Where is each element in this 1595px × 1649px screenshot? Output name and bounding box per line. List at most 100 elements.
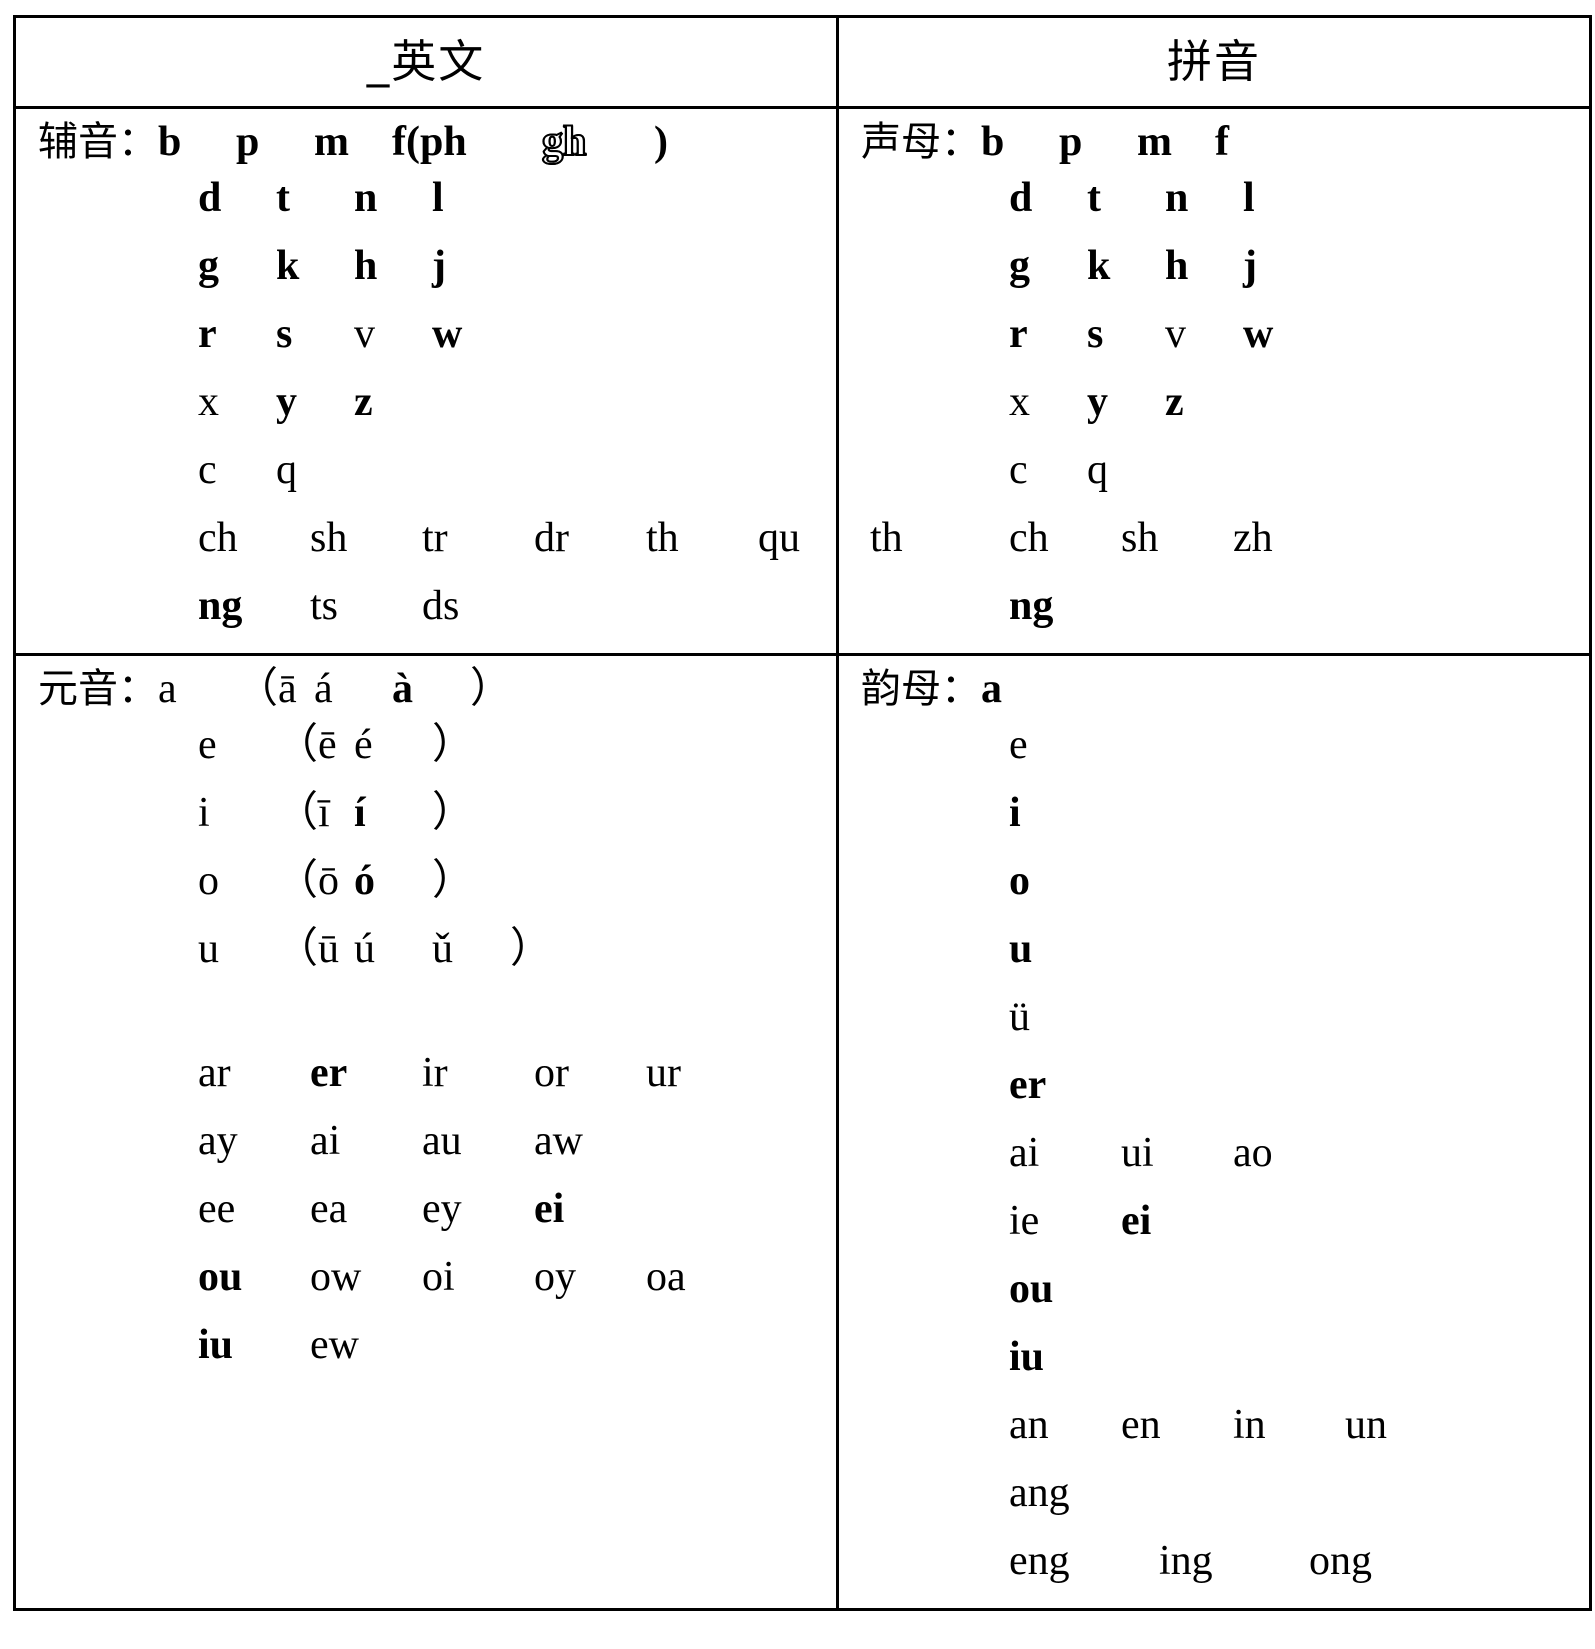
phonics-token: c — [1009, 447, 1028, 493]
phonics-token: er — [310, 1050, 348, 1096]
phonics-token: u — [1009, 926, 1033, 972]
phonics-line: o — [839, 860, 1589, 928]
phonics-token: ch — [1009, 515, 1049, 561]
phonics-token: m — [1137, 119, 1172, 165]
phonics-line: gkhj — [16, 245, 836, 313]
phonics-line: u — [839, 928, 1589, 996]
phonics-token-group: b p m f(ph gh) — [158, 119, 836, 165]
phonics-token-group: i — [861, 792, 1589, 834]
phonics-token: d — [1009, 175, 1033, 221]
table-row-consonants: 辅音： b p m f(ph gh) d t n l g k h j r s v w x y z c q ch sh tr dr th… — [13, 106, 1592, 656]
phonics-token: in — [1233, 1402, 1266, 1448]
phonics-line: rsvw — [839, 313, 1589, 381]
phonics-token: ew — [310, 1322, 359, 1368]
section-label: 元音： — [38, 666, 158, 712]
section-pinyin-vowels: 韵母： a e i o u ü er ai ui ao ie ei ou iu an en in un ang eng i… — [839, 656, 1589, 1608]
phonics-token-group: ou — [861, 1268, 1589, 1310]
phonics-token-group: u （ū ú ǔ ） — [38, 928, 836, 970]
phonics-token: oa — [646, 1254, 686, 1300]
phonics-line: x y z — [16, 381, 836, 449]
phonics-token: eng — [1009, 1538, 1070, 1584]
table-row-vowels: 元音： a （ā á à） e （ē é） i （ī í） o （ō ó） u （ū ú ǔ） ar er ir or ur… — [13, 653, 1592, 1611]
phonics-line: dtnl — [839, 177, 1589, 245]
phonics-line: ai ui ao — [839, 1132, 1589, 1200]
phonics-token: ǔ — [432, 926, 453, 972]
phonics-token: é — [354, 722, 373, 768]
section-label: 辅音： — [38, 119, 158, 165]
phonics-token-group: iu — [861, 1336, 1589, 1378]
phonics-token: c — [198, 447, 217, 493]
phonics-line: er — [839, 1064, 1589, 1132]
phonics-token: x — [1009, 379, 1030, 425]
phonics-line: ay ai au aw — [16, 1120, 836, 1188]
section-english-consonants: 辅音： b p m f(ph gh) d t n l g k h j r s v w x y z c q ch sh tr dr th… — [16, 109, 903, 653]
section-label: 声母： — [861, 119, 981, 165]
phonics-token: ir — [422, 1050, 448, 1096]
phonics-token: d — [198, 175, 222, 221]
phonics-token-group: dtnl — [861, 177, 1589, 219]
phonics-token: ai — [310, 1118, 341, 1164]
phonics-token: ao — [1233, 1130, 1273, 1176]
phonics-token: ） — [470, 666, 513, 712]
phonics-token: m — [314, 119, 349, 165]
phonics-line: gkhj — [839, 245, 1589, 313]
phonics-token: ing — [1159, 1538, 1213, 1584]
phonics-token-group: ar er ir or ur — [38, 1052, 836, 1094]
phonics-token: r — [1009, 311, 1028, 357]
phonics-token-group: ang — [861, 1472, 1589, 1514]
section-english-vowels: 元音： a （ā á à ） e （ē é ） i （ī í ） o （ō ó ） u （ū ú ǔ ） ar er ir or ur… — [16, 656, 836, 1392]
phonics-line: e （ē é ） — [16, 724, 836, 792]
phonics-token: h — [1165, 243, 1189, 289]
phonics-token: v — [354, 311, 375, 357]
phonics-token: ds — [422, 583, 460, 629]
phonics-token: b — [158, 119, 182, 165]
column-header-pinyin: 拼音 — [1166, 35, 1261, 88]
phonics-token: th — [646, 515, 679, 561]
phonics-token: y — [276, 379, 297, 425]
phonics-token: tr — [422, 515, 448, 561]
column-header-english: _英文 — [366, 35, 486, 88]
phonics-token: l — [1243, 175, 1255, 221]
phonics-token: a — [981, 666, 1002, 712]
phonics-token: à — [392, 666, 413, 712]
phonics-token-group: rsvw — [38, 313, 836, 355]
phonics-token: ar — [198, 1050, 231, 1096]
phonics-token-group: ay ai au aw — [38, 1120, 836, 1162]
phonics-token: q — [276, 447, 297, 493]
phonics-token-group: ü — [861, 996, 1589, 1038]
phonics-token: er — [1009, 1062, 1047, 1108]
phonics-token-group: dtnl — [38, 177, 836, 219]
phonics-token: s — [1087, 311, 1104, 357]
phonics-token: w — [432, 311, 463, 357]
phonics-token-group: o （ō ó ） — [38, 860, 836, 902]
phonics-token: ） — [432, 858, 475, 904]
phonics-token: l — [432, 175, 444, 221]
phonics-token: g — [1009, 243, 1030, 289]
phonics-token: ü — [1009, 994, 1030, 1040]
phonics-line: i — [839, 792, 1589, 860]
phonics-token: x — [198, 379, 219, 425]
phonics-token-group: e — [861, 724, 1589, 766]
phonics-token: ey — [422, 1186, 462, 1232]
phonics-line: 辅音： b p m f(ph gh) — [16, 109, 836, 177]
phonics-line: 元音： a （ā á à ） — [16, 656, 836, 724]
phonics-token: h — [354, 243, 378, 289]
phonics-token-group: x y z — [861, 381, 1589, 423]
phonics-token-group: ng ts ds — [38, 585, 836, 627]
phonics-token-group: ch sh zh — [861, 517, 1589, 559]
section-label: 韵母： — [861, 666, 981, 712]
phonics-token: ur — [646, 1050, 681, 1096]
phonics-line: rsvw — [16, 313, 836, 381]
phonics-token: ui — [1121, 1130, 1154, 1176]
phonics-token: sh — [310, 515, 348, 561]
phonics-token: o — [1009, 858, 1030, 904]
phonics-token: ee — [198, 1186, 236, 1232]
phonics-token-group: ee ea ey ei — [38, 1188, 836, 1230]
phonics-token-group: gkhj — [861, 245, 1589, 287]
phonics-line: ang — [839, 1472, 1589, 1540]
phonics-token: í — [354, 790, 366, 836]
phonics-line: ou — [839, 1268, 1589, 1336]
phonics-token: or — [534, 1050, 569, 1096]
phonics-token: p — [236, 119, 260, 165]
phonics-line: iu ew — [16, 1324, 836, 1392]
